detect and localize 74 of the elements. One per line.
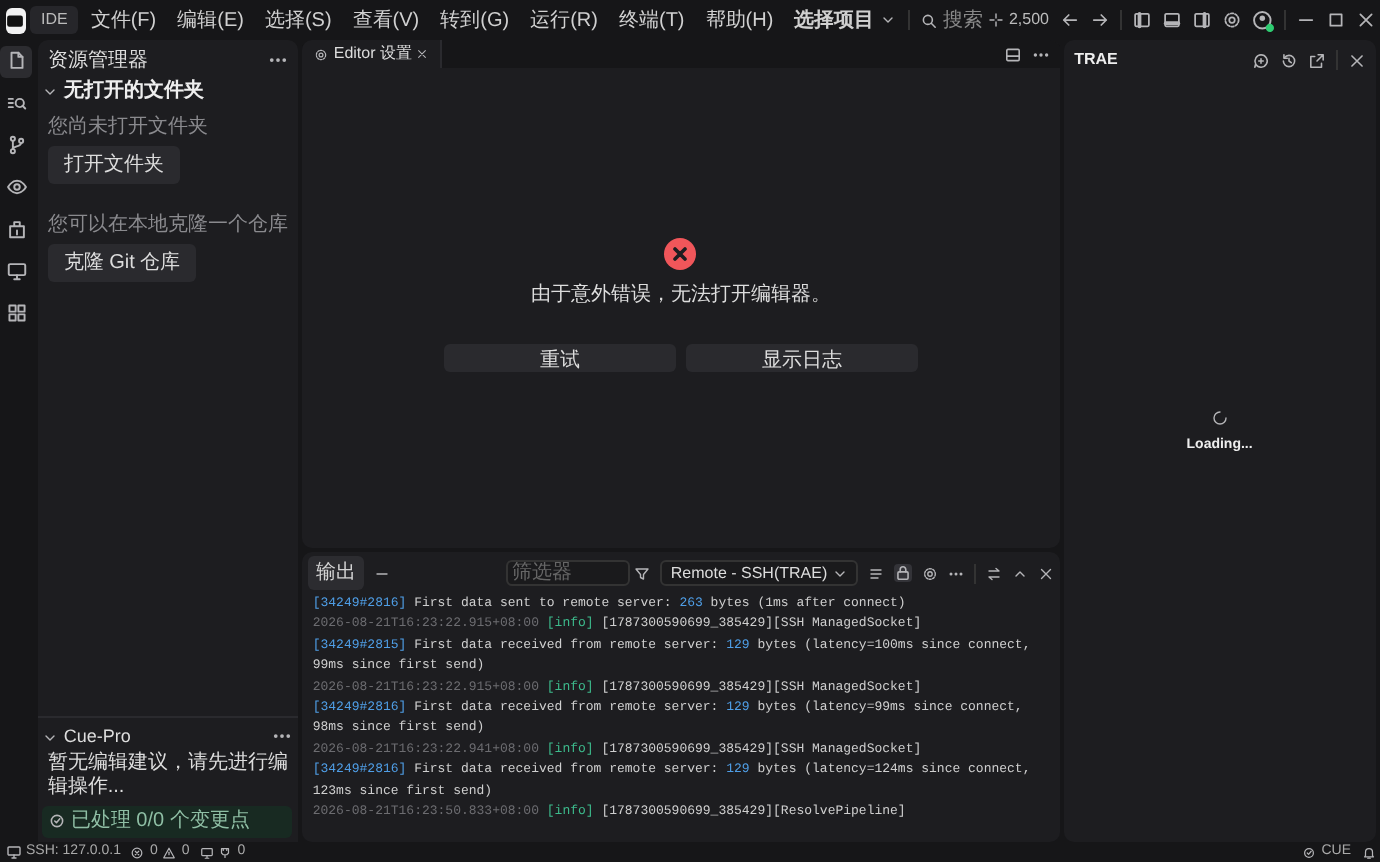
output-tab[interactable]: 输出 [307,556,364,590]
check-badge-icon [1302,845,1317,859]
caret-icon[interactable] [879,12,896,28]
close-icon[interactable] [1355,10,1375,30]
split-editor-icon[interactable] [1003,45,1022,63]
lock-icon[interactable] [894,564,913,582]
chat-icon[interactable] [1251,51,1269,69]
settings-icon [314,47,329,61]
settings-icon[interactable] [1221,10,1241,30]
hint-text: 您可以在本地克隆一个仓库 [47,211,288,239]
grid-icon [5,302,28,324]
app-logo[interactable] [5,7,26,33]
spinner-icon [1211,410,1228,426]
monitor-icon [5,260,28,282]
plug-icon [218,845,233,859]
close-icon [416,48,429,60]
left-sidebar-icon[interactable] [1131,10,1151,30]
status-text: 已处理 0/0 个变更点 [70,807,250,836]
search-icon [919,11,938,29]
editor-tab[interactable]: Editor 设置 [302,40,443,68]
credits-counter[interactable]: 2,500 [987,8,1049,32]
panel-title: 资源管理器 [47,47,148,76]
mode-label[interactable]: IDE [30,6,78,34]
error-icon [664,238,697,270]
menu-item[interactable]: 帮助(H) [697,5,782,35]
show-log-button[interactable]: 显示日志 [685,344,918,372]
retry-button[interactable]: 重试 [443,344,676,372]
settings-icon[interactable] [922,565,939,581]
open-folder-button[interactable]: 打开文件夹 [47,146,180,184]
panel-title: TRAE [1074,48,1118,72]
warning-icon [162,845,177,859]
activity-button[interactable] [0,45,33,77]
monitor-icon [199,845,214,859]
close-icon[interactable] [1347,51,1365,69]
external-link-icon[interactable] [1307,51,1325,69]
close-icon[interactable] [1038,565,1055,581]
files-icon [5,50,28,72]
menu-item[interactable]: 文件(F) [82,5,165,35]
project-selector[interactable]: 选择项目 [786,5,904,35]
logo-icon [6,11,25,29]
history-icon[interactable] [1279,51,1297,69]
forward-arrow-icon[interactable] [1089,10,1109,30]
sparkle-icon [987,12,1004,28]
suggestion-text: 暂无编辑建议，请先进行编辑操作... [45,752,290,800]
filter-field[interactable]: 筛选器 [505,560,630,586]
bell-icon[interactable] [1361,845,1375,859]
menu-item[interactable]: 查看(V) [344,5,428,35]
filter-icon[interactable] [634,565,651,581]
search-icon [5,92,28,114]
swap-icon[interactable] [986,565,1003,581]
bottom-panel-icon[interactable] [1161,10,1181,30]
hint-text: 您尚未打开文件夹 [47,113,208,141]
branch-icon [5,134,28,156]
menu-item[interactable]: 运行(R) [522,5,606,35]
box-icon [5,218,28,240]
menu-item[interactable]: 编辑(E) [169,5,252,35]
clone-repository-button[interactable]: 克隆 Git 仓库 [47,244,197,282]
maximize-icon[interactable] [1325,10,1345,30]
menu-item[interactable]: 终端(T) [610,5,693,35]
avatar-icon[interactable] [1251,9,1273,31]
section-header[interactable]: 无打开的文件夹 [37,76,298,106]
channel-dropdown[interactable]: Remote - SSH(TRAE) [660,560,859,586]
monitor-icon [5,844,21,860]
section-header[interactable]: Cue-Pro [42,723,131,751]
check-badge-icon [47,812,66,830]
right-sidebar-icon[interactable] [1191,10,1211,30]
search-field[interactable]: 搜索 [919,5,983,35]
error-message: 由于意外错误，无法打开编辑器。 [530,281,831,310]
list-icon[interactable] [868,565,885,581]
error-icon [130,845,145,859]
menu-item[interactable]: 选择(S) [256,5,340,35]
back-arrow-icon[interactable] [1059,10,1079,30]
eye-icon [5,176,28,198]
menu-item[interactable]: 转到(G) [432,5,518,35]
